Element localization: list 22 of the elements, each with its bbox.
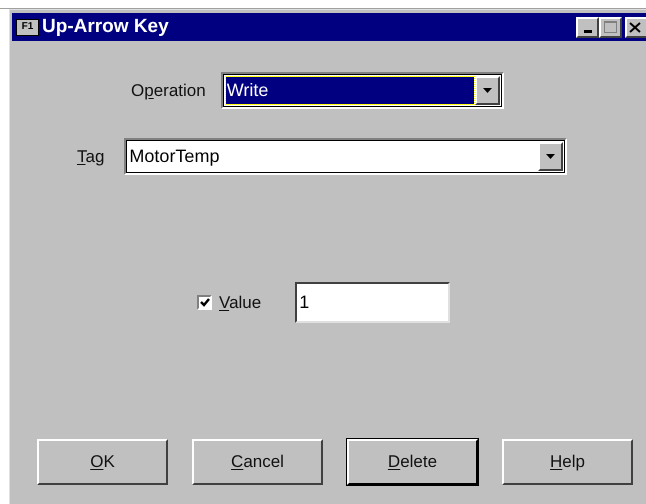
maximize-button[interactable] bbox=[599, 16, 622, 38]
dialog-button[interactable]: Help bbox=[502, 439, 633, 485]
dialog-button[interactable]: Cancel bbox=[192, 439, 323, 485]
tag-label: Tag bbox=[77, 146, 104, 168]
operation-label: Operation bbox=[131, 80, 206, 102]
value-input[interactable]: 1 bbox=[295, 282, 450, 323]
app-icon: F1 bbox=[16, 18, 39, 36]
tag-dropdown[interactable]: MotorTemp bbox=[124, 138, 568, 175]
close-icon bbox=[629, 22, 641, 32]
value-label: Value bbox=[219, 292, 262, 314]
value-text: 1 bbox=[299, 291, 310, 314]
close-button[interactable] bbox=[625, 16, 646, 38]
minimize-button[interactable] bbox=[576, 16, 599, 38]
maximize-icon bbox=[604, 21, 617, 33]
operation-dropdown[interactable]: Write bbox=[220, 72, 504, 109]
dialog-button[interactable]: OK bbox=[37, 439, 168, 485]
operation-value: Write bbox=[226, 77, 474, 104]
dialog-button[interactable]: Delete bbox=[347, 439, 478, 485]
tag-value: MotorTemp bbox=[129, 145, 220, 168]
value-checkbox[interactable] bbox=[197, 295, 212, 310]
minimize-icon bbox=[584, 30, 592, 32]
window-title: Up-Arrow Key bbox=[42, 14, 169, 39]
